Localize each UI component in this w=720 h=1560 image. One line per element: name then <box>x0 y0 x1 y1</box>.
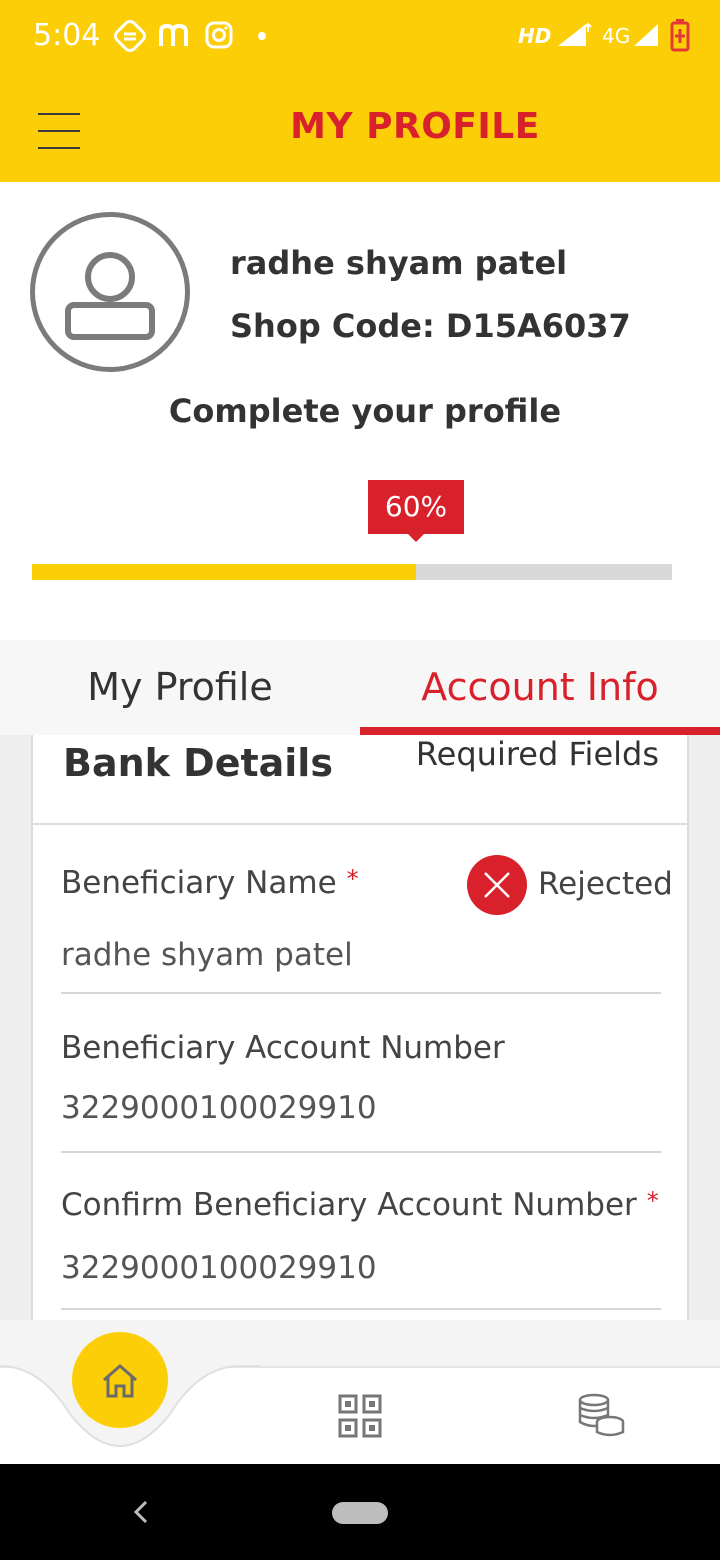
beneficiary-name-label: Beneficiary Name * <box>61 865 359 901</box>
complete-profile-label: Complete your profile <box>168 392 562 430</box>
avatar[interactable] <box>30 212 190 372</box>
battery-icon <box>670 19 690 52</box>
m-icon <box>159 23 188 46</box>
status-time: 5:04 <box>33 18 101 53</box>
profile-progress-fill <box>32 564 416 580</box>
bank-details-card: Bank Details Required Fields Beneficiary… <box>31 735 689 1335</box>
bank-details-title: Bank Details <box>63 741 333 785</box>
confirm-account-number-label: Confirm Beneficiary Account Number * <box>61 1187 659 1223</box>
coins-button[interactable] <box>574 1392 626 1438</box>
confirm-account-number-label-text: Confirm Beneficiary Account Number <box>61 1187 637 1223</box>
close-icon <box>484 872 510 898</box>
instagram-icon <box>205 21 233 49</box>
required-star: * <box>646 1187 659 1215</box>
network-type: 4G <box>602 24 631 48</box>
beneficiary-name-value[interactable]: radhe shyam patel <box>61 937 353 973</box>
tab-my-profile[interactable]: My Profile <box>0 640 360 735</box>
tab-account-info[interactable]: Account Info <box>360 640 720 735</box>
coins-icon <box>578 1393 625 1437</box>
status-bar: 5:04 HD 4G <box>0 0 720 72</box>
qr-code-icon <box>338 1394 382 1438</box>
shop-code: Shop Code: D15A6037 <box>230 307 631 345</box>
qr-code-button[interactable] <box>338 1394 382 1438</box>
scooter-icon <box>114 20 146 52</box>
field-underline <box>61 1151 661 1153</box>
page-title: MY PROFILE <box>290 106 540 147</box>
profile-name: radhe shyam patel <box>230 244 568 282</box>
account-number-label: Beneficiary Account Number <box>61 1030 505 1066</box>
rejected-status: Rejected <box>538 866 673 902</box>
rejected-icon <box>467 855 527 915</box>
required-fields-label: Required Fields <box>415 735 659 773</box>
hd-label: HD <box>518 24 552 48</box>
completion-badge: 60% <box>368 480 464 542</box>
back-icon[interactable] <box>128 1492 152 1532</box>
field-underline <box>61 1308 661 1310</box>
tab-bar: My Profile Account Info <box>0 640 720 735</box>
profile-progress-bar <box>32 564 672 580</box>
home-icon <box>103 1364 137 1398</box>
signal-bars-icon <box>634 24 658 46</box>
account-number-value[interactable]: 3229000100029910 <box>61 1090 377 1126</box>
active-tab-indicator <box>360 727 720 735</box>
dot-icon <box>258 32 266 40</box>
field-underline <box>61 992 661 994</box>
system-home-button[interactable] <box>332 1502 388 1524</box>
system-nav-bar <box>0 1464 720 1560</box>
required-star: * <box>346 865 359 893</box>
hamburger-icon-line-3 <box>38 147 80 149</box>
card-divider <box>33 823 687 825</box>
signal-icon <box>558 22 592 46</box>
user-icon <box>65 252 155 340</box>
home-button[interactable] <box>72 1332 168 1428</box>
beneficiary-name-label-text: Beneficiary Name <box>61 865 337 901</box>
confirm-account-number-value[interactable]: 3229000100029910 <box>61 1250 377 1286</box>
top-header-area: 5:04 HD 4G MY PROFILE <box>0 0 720 182</box>
